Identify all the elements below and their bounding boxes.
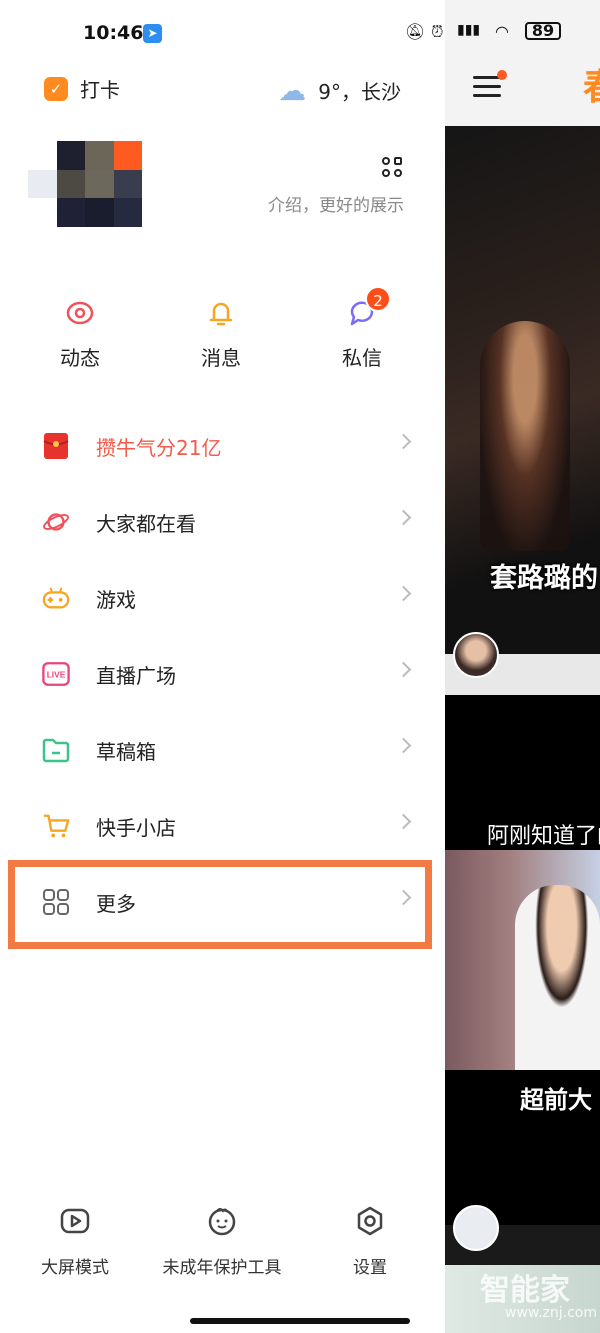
svg-text:LIVE: LIVE (47, 670, 66, 680)
menu-item-label: 更多 (96, 891, 136, 916)
wifi-icon: ◠ (495, 22, 509, 41)
profile-bio: 介绍，更好的展示 (268, 196, 404, 216)
unread-badge: 2 (365, 286, 391, 312)
watermark-url: www.znj.com (505, 1305, 597, 1321)
video-caption: 阿刚知道了的 (487, 824, 600, 849)
quick-action-label: 消息 (201, 346, 241, 370)
menu-item-label: 快手小店 (96, 815, 176, 840)
status-bar: 10:46 ➤ (0, 14, 445, 54)
video-subtitle: 超前大 (520, 1086, 592, 1114)
big-screen-mode-button[interactable]: 大屏模式 (0, 1205, 150, 1278)
quick-actions: 动态 消息 2 私信 (0, 286, 445, 378)
video-card[interactable]: 阿刚知道了的 超前大 (445, 695, 600, 1225)
grid-icon (42, 888, 70, 916)
home-indicator[interactable] (190, 1318, 410, 1324)
chevron-right-icon (395, 737, 412, 754)
chevron-right-icon (395, 813, 412, 830)
menu-item-more[interactable]: 更多 (0, 864, 445, 940)
play-icon (59, 1205, 91, 1237)
bell-icon (206, 298, 236, 328)
chevron-right-icon (395, 509, 412, 526)
settings-icon (354, 1205, 386, 1237)
mute-icon: 🔕︎ (405, 22, 426, 41)
feed-header: 春 (445, 0, 600, 126)
menu-item-label: 大家都在看 (96, 511, 196, 536)
menu-item-label: 游戏 (96, 587, 136, 612)
bottom-action-label: 大屏模式 (41, 1258, 109, 1278)
signal-icon: ▮▮▮ (457, 22, 481, 38)
background-feed: 春 套路璐的 阿刚知道了的 超前大 (445, 0, 600, 1333)
menu-item-label: 攒牛气分21亿 (96, 435, 222, 460)
quick-action-direct-messages[interactable]: 2 私信 (312, 286, 412, 371)
folder-icon (42, 736, 70, 764)
qr-code-icon[interactable] (382, 157, 404, 179)
menu-item-games[interactable]: 游戏 (0, 560, 445, 636)
checkin-label: 打卡 (80, 78, 120, 102)
menu-item-label: 直播广场 (96, 663, 176, 688)
cloud-rain-icon: ☁ (278, 74, 307, 107)
checkin-button[interactable]: ✓ 打卡 (44, 74, 120, 103)
menu-item-lucky-points[interactable]: 攒牛气分21亿 (0, 408, 445, 484)
battery-indicator: 89 (525, 22, 561, 40)
menu-item-drafts[interactable]: 草稿箱 (0, 712, 445, 788)
bottom-action-label: 未成年保护工具 (162, 1258, 282, 1278)
menu-item-live[interactable]: LIVE 直播广场 (0, 636, 445, 712)
status-time: 10:46 (83, 22, 144, 44)
red-envelope-icon (42, 432, 70, 460)
cart-icon (42, 812, 70, 840)
alarm-icon: ⏰︎ (431, 22, 444, 41)
author-avatar[interactable] (453, 632, 499, 678)
drawer-menu: 攒牛气分21亿 大家都在看 游戏 LIVE 直播广场 草稿箱 快手小店 更多 (0, 408, 445, 940)
brand-logo: 春 (583, 58, 600, 110)
side-drawer: 10:46 ➤ ✓ 打卡 ☁ 9°，长沙 介绍，更好的展示 动态 消息 2 私信… (0, 0, 445, 1333)
profile-card[interactable]: 介绍，更好的展示 (28, 141, 418, 231)
video-caption: 套路璐的 (490, 563, 598, 594)
live-icon: LIVE (42, 660, 70, 688)
quick-action-messages[interactable]: 消息 (171, 298, 271, 371)
video-person (515, 885, 600, 1070)
menu-item-label: 草稿箱 (96, 739, 156, 764)
video-card[interactable]: 套路璐的 (445, 126, 600, 654)
planet-icon (42, 508, 70, 536)
weather-text: 9°，长沙 (318, 80, 401, 104)
minor-protection-button[interactable]: 未成年保护工具 (147, 1205, 297, 1278)
quick-action-label: 私信 (342, 346, 382, 370)
eye-icon (65, 298, 95, 328)
gamepad-icon (42, 584, 70, 612)
weather-widget[interactable]: ☁ 9°，长沙 (278, 74, 401, 107)
chevron-right-icon (395, 433, 412, 450)
avatar[interactable] (28, 141, 142, 227)
settings-button[interactable]: 设置 (295, 1205, 445, 1278)
chevron-right-icon (395, 585, 412, 602)
quick-action-label: 动态 (60, 346, 100, 370)
app-notification-icon: ➤ (143, 24, 162, 43)
chat-bubble-icon: 2 (347, 286, 391, 328)
bottom-action-label: 设置 (353, 1258, 387, 1278)
menu-item-trending[interactable]: 大家都在看 (0, 484, 445, 560)
checkin-icon: ✓ (44, 76, 68, 101)
video-thumbnail (480, 321, 570, 551)
quick-action-dynamic[interactable]: 动态 (30, 298, 130, 371)
child-face-icon (206, 1205, 238, 1237)
drawer-bottom-actions: 大屏模式 未成年保护工具 设置 (0, 1205, 445, 1285)
chevron-right-icon (395, 889, 412, 906)
watermark: 智能家 (480, 1273, 570, 1308)
menu-item-shop[interactable]: 快手小店 (0, 788, 445, 864)
chevron-right-icon (395, 661, 412, 678)
author-avatar[interactable] (453, 1205, 499, 1251)
menu-icon[interactable] (473, 70, 507, 98)
status-icons: 🔕︎ ⏰︎ ▮▮▮ ◠ 89 (405, 22, 600, 46)
